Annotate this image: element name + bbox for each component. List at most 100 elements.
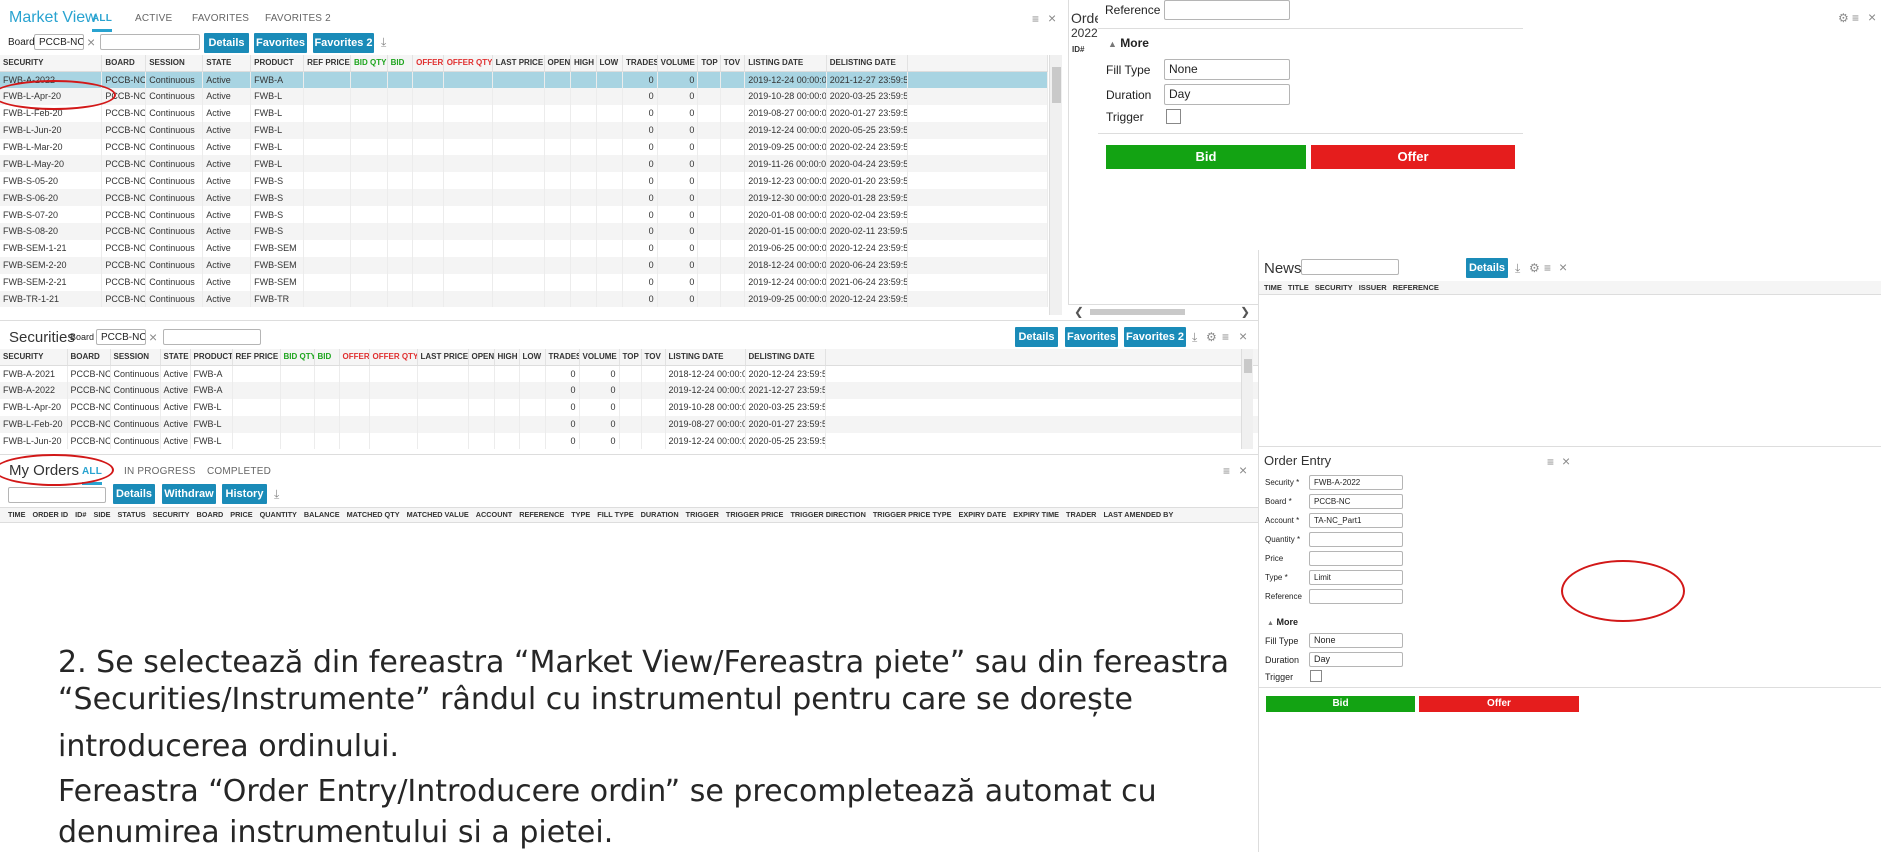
column-header[interactable]: STATUS bbox=[118, 510, 146, 519]
favorites-button[interactable]: Favorites bbox=[254, 33, 307, 53]
securities-scrollbar[interactable] bbox=[1241, 349, 1253, 449]
table-row[interactable]: FWB-S-07-20 PCCB-NC Continuous Active FWB-S 0… bbox=[0, 206, 1048, 224]
column-header[interactable]: PRICE bbox=[230, 510, 252, 519]
table-row[interactable]: FWB-A-2022 PCCB-NC Continuous Active FWB-A 0 0… bbox=[0, 381, 1258, 399]
column-header[interactable]: SIDE bbox=[93, 510, 110, 519]
column-header[interactable]: TOP bbox=[697, 55, 721, 72]
menu-icon[interactable]: ≡ bbox=[1544, 262, 1551, 274]
favorites-2-button[interactable]: Favorites 2 bbox=[313, 33, 374, 53]
offer-button[interactable]: Offer bbox=[1419, 696, 1579, 712]
order-field-input[interactable]: Limit bbox=[1309, 570, 1403, 585]
menu-icon[interactable]: ≡ bbox=[1852, 12, 1859, 24]
table-row[interactable]: FWB-SEM-2-21 PCCB-NC Continuous Active FWB-S… bbox=[0, 273, 1048, 291]
table-row[interactable]: FWB-L-Jun-20 PCCB-NC Continuous Active FWB-L… bbox=[0, 121, 1048, 139]
column-header[interactable]: TRIGGER DIRECTION bbox=[790, 510, 865, 519]
column-header[interactable]: EXPIRY TIME bbox=[1013, 510, 1059, 519]
column-header[interactable]: BID QTY bbox=[350, 55, 388, 72]
column-header[interactable]: OFFER QTY bbox=[443, 55, 493, 72]
column-header[interactable]: LISTING DATE bbox=[665, 349, 746, 366]
scroll-thumb[interactable] bbox=[1244, 359, 1252, 373]
column-header[interactable]: PRODUCT bbox=[190, 349, 233, 366]
hscroll-thumb[interactable] bbox=[1090, 309, 1185, 315]
order-field-input[interactable]: FWB-A-2022 bbox=[1309, 475, 1403, 490]
column-header[interactable]: TRADES bbox=[545, 349, 580, 366]
table-row[interactable]: FWB-S-08-20 PCCB-NC Continuous Active FWB-S 0… bbox=[0, 223, 1048, 240]
column-header[interactable]: SECURITY bbox=[153, 510, 190, 519]
column-header[interactable]: TIME bbox=[1264, 283, 1282, 292]
column-header[interactable]: TRADER bbox=[1066, 510, 1096, 519]
column-header[interactable]: BOARD bbox=[197, 510, 224, 519]
table-row[interactable]: FWB-SEM-1-21 PCCB-NC Continuous Active FWB-S… bbox=[0, 239, 1048, 257]
favorites-button[interactable]: Favorites bbox=[1065, 327, 1118, 347]
close-icon[interactable]: × bbox=[1868, 10, 1876, 24]
menu-icon[interactable]: ≡ bbox=[1222, 331, 1229, 343]
table-row[interactable]: FWB-S-06-20 PCCB-NC Continuous Active FWB-S 0… bbox=[0, 189, 1048, 207]
scroll-thumb[interactable] bbox=[1052, 67, 1061, 103]
reference-input[interactable] bbox=[1164, 0, 1290, 20]
column-header[interactable]: STATE bbox=[202, 55, 252, 72]
column-header[interactable]: LAST PRICE bbox=[417, 349, 469, 366]
column-header[interactable]: QUANTITY bbox=[260, 510, 297, 519]
column-header[interactable]: FILL TYPE bbox=[597, 510, 633, 519]
column-header[interactable]: TRIGGER PRICE bbox=[726, 510, 784, 519]
column-header[interactable]: HIGH bbox=[570, 55, 597, 72]
column-header[interactable]: OPEN bbox=[544, 55, 572, 72]
search-input[interactable] bbox=[163, 329, 261, 345]
duration-select[interactable]: Day bbox=[1164, 84, 1290, 105]
table-row[interactable]: FWB-A-2022 PCCB-NC Continuous Active FWB-A 0 0… bbox=[0, 71, 1048, 88]
column-header[interactable]: REF PRICE bbox=[303, 55, 351, 72]
board-filter-input[interactable]: PCCB-NC bbox=[96, 329, 146, 345]
table-row[interactable]: FWB-L-Jun-20 PCCB-NC Continuous Active FWB-L… bbox=[0, 432, 1258, 450]
table-row[interactable]: FWB-L-Feb-20 PCCB-NC Continuous Active FWB-L… bbox=[0, 104, 1048, 122]
column-header[interactable]: ID# bbox=[75, 510, 86, 519]
tab-all[interactable]: ALL bbox=[92, 13, 113, 32]
column-header[interactable]: BID QTY bbox=[280, 349, 315, 366]
column-header[interactable]: PRODUCT bbox=[250, 55, 305, 72]
column-header[interactable]: BOARD bbox=[101, 55, 147, 72]
details-button[interactable]: Details bbox=[1015, 327, 1058, 347]
fill-type-select[interactable]: None bbox=[1164, 59, 1290, 80]
favorites-2-button[interactable]: Favorites 2 bbox=[1124, 327, 1186, 347]
column-header[interactable]: BALANCE bbox=[304, 510, 340, 519]
column-header[interactable]: TOV bbox=[720, 55, 746, 72]
close-icon[interactable]: × bbox=[1562, 454, 1570, 468]
column-header[interactable]: ORDER ID bbox=[32, 510, 68, 519]
details-button[interactable]: Details bbox=[204, 33, 249, 53]
offer-button[interactable]: Offer bbox=[1311, 145, 1515, 169]
table-row[interactable]: FWB-TR-1-21 PCCB-NC Continuous Active FWB-TR… bbox=[0, 290, 1048, 308]
search-input[interactable] bbox=[100, 34, 200, 50]
column-header[interactable]: VOLUME bbox=[657, 55, 699, 72]
scroll-left-icon[interactable]: ❮ bbox=[1074, 305, 1084, 318]
column-header[interactable]: LOW bbox=[596, 55, 623, 72]
search-input[interactable] bbox=[8, 487, 106, 503]
table-row[interactable]: FWB-L-May-20 PCCB-NC Continuous Active FWB-L… bbox=[0, 155, 1048, 173]
clear-board-icon[interactable]: × bbox=[149, 330, 157, 344]
table-row[interactable]: FWB-L-Feb-20 PCCB-NC Continuous Active FWB-L… bbox=[0, 415, 1258, 433]
download-icon[interactable]: ⤓ bbox=[274, 488, 279, 500]
details-button[interactable]: Details bbox=[113, 484, 155, 504]
order-field-input[interactable] bbox=[1309, 532, 1403, 547]
board-filter-input[interactable]: PCCB-NC bbox=[34, 34, 84, 50]
column-header[interactable]: TITLE bbox=[1288, 283, 1309, 292]
more-toggle[interactable]: ▲ More bbox=[1108, 36, 1149, 50]
table-row[interactable]: FWB-L-Mar-20 PCCB-NC Continuous Active FWB-L… bbox=[0, 138, 1048, 156]
download-icon[interactable]: ⤓ bbox=[1192, 331, 1197, 343]
column-header[interactable]: OFFER QTY bbox=[369, 349, 418, 366]
order-field-input[interactable]: TA-NC_Part1 bbox=[1309, 513, 1403, 528]
column-header[interactable]: STATE bbox=[160, 349, 191, 366]
column-header[interactable]: SESSION bbox=[145, 55, 204, 72]
menu-icon[interactable]: ≡ bbox=[1547, 456, 1554, 468]
gear-icon[interactable]: ⚙ bbox=[1206, 331, 1217, 343]
bid-button[interactable]: Bid bbox=[1266, 696, 1415, 712]
menu-icon[interactable]: ≡ bbox=[1032, 13, 1039, 25]
column-header[interactable]: SESSION bbox=[110, 349, 161, 366]
withdraw-button[interactable]: Withdraw bbox=[162, 484, 216, 504]
trigger-checkbox[interactable] bbox=[1310, 670, 1322, 682]
column-header[interactable]: VOLUME bbox=[579, 349, 620, 366]
column-header[interactable]: OPEN bbox=[468, 349, 495, 366]
market-view-scrollbar[interactable] bbox=[1049, 55, 1062, 315]
order-field-input[interactable] bbox=[1309, 551, 1403, 566]
tab-favorites-2[interactable]: FAVORITES 2 bbox=[265, 13, 331, 24]
column-header[interactable]: OFFER bbox=[339, 349, 370, 366]
column-header[interactable]: EXPIRY DATE bbox=[959, 510, 1007, 519]
